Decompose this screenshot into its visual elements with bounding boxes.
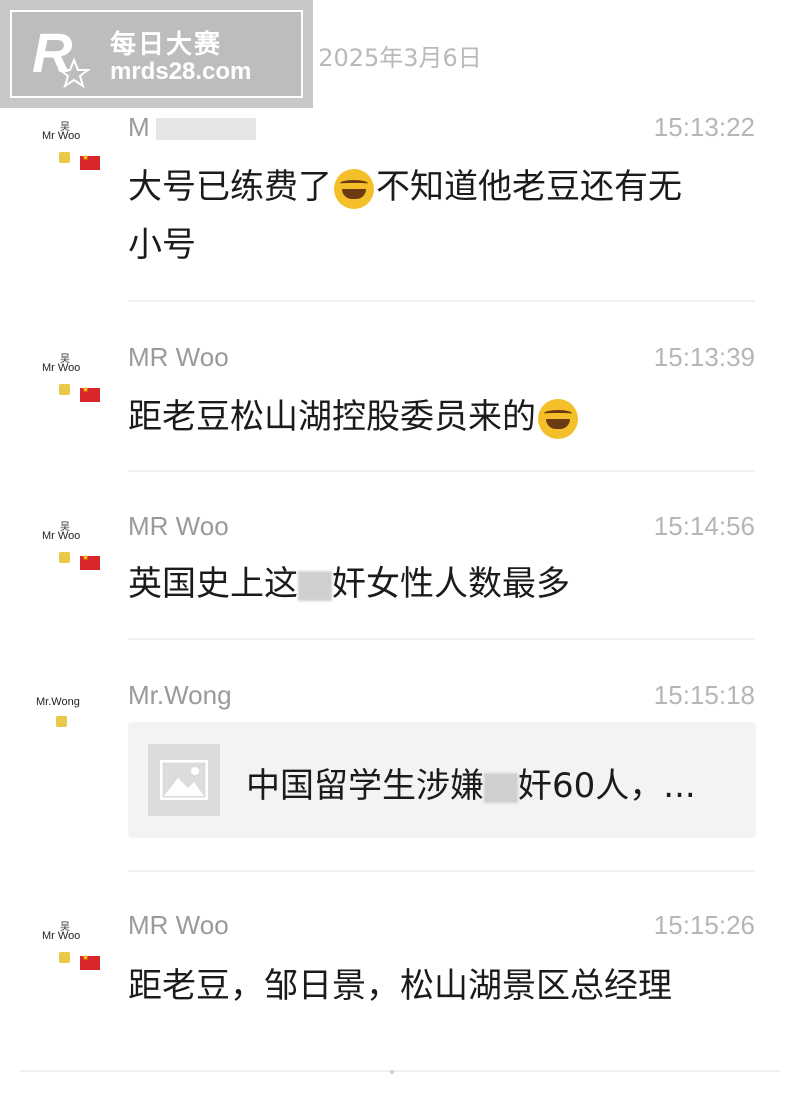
divider bbox=[20, 1070, 780, 1072]
china-flag-icon bbox=[80, 153, 100, 170]
watermark-url: mrds28.com bbox=[110, 58, 252, 85]
censored-char bbox=[298, 570, 332, 601]
message-text[interactable]: 大号已练费了 不知道他老豆还有无 小号 bbox=[128, 158, 748, 274]
divider bbox=[128, 638, 755, 640]
sender-name: Mr.Wong bbox=[128, 680, 232, 710]
avatar-label: Mr.Wong bbox=[36, 696, 80, 708]
image-placeholder-icon bbox=[148, 744, 220, 816]
link-card[interactable]: 中国留学生涉嫌 奸60人，... bbox=[128, 722, 756, 838]
badge-icon bbox=[56, 716, 67, 727]
message-time: 15:14:56 bbox=[653, 511, 755, 541]
sender-name: M bbox=[128, 112, 256, 143]
message-text[interactable]: 英国史上这 奸女性人数最多 bbox=[128, 555, 748, 613]
laughing-emoji bbox=[538, 398, 578, 439]
logo-icon: R bbox=[26, 20, 96, 90]
message-text[interactable]: 距老豆，邹日景，松山湖景区总经理 bbox=[128, 957, 748, 1015]
laughing-emoji bbox=[334, 168, 374, 209]
china-flag-icon bbox=[80, 553, 100, 570]
watermark: R 每日大赛 mrds28.com bbox=[0, 0, 313, 108]
message-time: 15:13:22 bbox=[653, 112, 755, 142]
badge-icon bbox=[59, 952, 70, 963]
message-time: 15:15:26 bbox=[653, 910, 755, 940]
message-time: 15:15:18 bbox=[653, 680, 755, 710]
china-flag-icon bbox=[80, 953, 100, 970]
sender-name: MR Woo bbox=[128, 342, 229, 372]
redacted-block bbox=[155, 118, 256, 141]
badge-icon bbox=[59, 552, 70, 563]
message-time: 15:13:39 bbox=[653, 342, 755, 372]
avatar-label: Mr Woo bbox=[42, 930, 81, 942]
sender-name: MR Woo bbox=[128, 511, 229, 541]
divider bbox=[128, 870, 755, 872]
avatar-label: Mr Woo bbox=[42, 130, 81, 142]
scroll-indicator bbox=[390, 1070, 394, 1074]
link-card-title: 中国留学生涉嫌 奸60人，... bbox=[246, 766, 696, 806]
avatar[interactable]: 吴 Mr Woo bbox=[32, 118, 102, 188]
divider bbox=[128, 470, 755, 472]
avatar-label: Mr Woo bbox=[42, 530, 81, 542]
message-text[interactable]: 距老豆松山湖控股委员来的 bbox=[128, 388, 748, 446]
china-flag-icon bbox=[80, 385, 100, 402]
censored-char bbox=[484, 772, 518, 803]
avatar[interactable]: 吴 Mr Woo bbox=[32, 518, 102, 588]
avatar-label: Mr Woo bbox=[42, 362, 81, 374]
avatar[interactable]: Mr.Wong bbox=[32, 690, 102, 760]
avatar[interactable]: 吴 Mr Woo bbox=[32, 350, 102, 420]
badge-icon bbox=[59, 384, 70, 395]
watermark-title: 每日大赛 bbox=[110, 30, 223, 60]
divider bbox=[128, 300, 755, 302]
badge-icon bbox=[59, 152, 70, 163]
avatar[interactable]: 吴 Mr Woo bbox=[32, 918, 102, 988]
sender-name: MR Woo bbox=[128, 910, 229, 940]
